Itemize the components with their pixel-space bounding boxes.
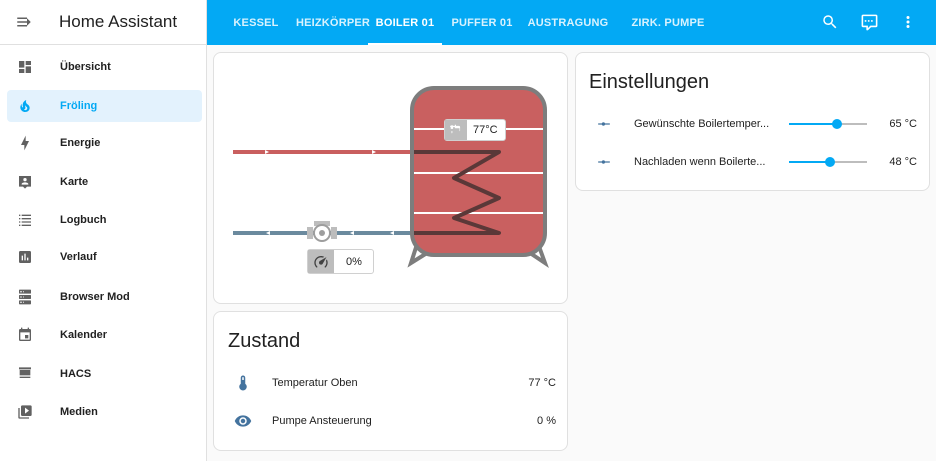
tab-boiler-01[interactable]: BOILER 01	[368, 0, 442, 45]
tab-label: ZIRK. PUMPE	[631, 16, 705, 29]
pump-icon	[307, 221, 337, 242]
list-icon	[19, 214, 31, 226]
calendar-icon	[19, 327, 31, 341]
sidebar-item-label: Verlauf	[60, 251, 97, 263]
menu-toggle-button[interactable]	[0, 0, 48, 45]
search-button[interactable]	[819, 11, 841, 33]
assist-button[interactable]	[858, 11, 880, 33]
boiler-tank	[410, 86, 547, 257]
boiler-temp-badge[interactable]: 77°C	[444, 119, 506, 141]
sidebar-item-label: Logbuch	[60, 214, 107, 226]
tab-zirk-pumpe[interactable]: ZIRK. PUMPE	[620, 0, 716, 45]
play-box-icon	[18, 405, 32, 419]
chart-box-icon	[19, 251, 31, 263]
tab-austragung[interactable]: AUSTRAGUNG	[524, 0, 612, 45]
sidebar-item-label: Kalender	[60, 329, 108, 341]
fire-icon	[20, 100, 30, 112]
hacs-icon	[19, 367, 31, 378]
entity-row-gewuenschte-boilertemperatur: Gewünschte Boilertemper... 65 °C	[576, 114, 931, 134]
card-title: Zustand	[228, 330, 301, 352]
slider-icon	[598, 122, 610, 126]
sidebar-item-logbuch[interactable]: Logbuch	[7, 204, 202, 236]
sidebar-item-label: Medien	[60, 406, 98, 418]
tab-label: HEIZKÖRPER	[295, 16, 371, 29]
boiler-diagram	[233, 86, 549, 269]
nachladen-slider[interactable]	[789, 155, 867, 169]
tab-puffer-01[interactable]: PUFFER 01	[446, 0, 518, 45]
sidebar-item-label: Fröling	[60, 100, 98, 112]
eye-icon	[234, 415, 252, 427]
sidebar-item-karte[interactable]: Karte	[7, 166, 202, 198]
entity-row-temperatur-oben[interactable]: Temperatur Oben 77 °C	[214, 373, 569, 393]
entity-row-nachladen: Nachladen wenn Boilerte... 48 °C	[576, 152, 931, 172]
entity-name: Nachladen wenn Boilerte...	[634, 156, 766, 168]
slider-knob[interactable]	[831, 119, 842, 129]
pump-value: 0%	[346, 255, 362, 268]
sidebar-item-label: Übersicht	[60, 61, 111, 73]
comment-processing-icon	[861, 14, 877, 30]
zustand-card: Zustand Temperatur Oben 77 °C Pumpe Anst…	[213, 311, 568, 451]
thermometer-icon	[239, 375, 247, 391]
menu-open-icon	[17, 17, 31, 27]
slider-icon	[598, 160, 610, 164]
sidebar-item-browser-mod[interactable]: Browser Mod	[7, 281, 202, 313]
dashboard-icon	[19, 61, 31, 73]
sidebar: Home Assistant Übersicht Fröling Energie…	[0, 0, 207, 461]
sidebar-item-froeling[interactable]: Fröling	[7, 90, 202, 122]
sidebar-item-label: Karte	[60, 176, 89, 188]
entity-name: Pumpe Ansteuerung	[272, 415, 372, 427]
sidebar-item-verlauf[interactable]: Verlauf	[7, 241, 202, 273]
top-app-bar: KESSEL HEIZKÖRPER BOILER 01 PUFFER 01 AU…	[207, 0, 936, 45]
boilertemp-slider[interactable]	[789, 117, 867, 131]
entity-row-pumpe-ansteuerung[interactable]: Pumpe Ansteuerung 0 %	[214, 411, 569, 431]
map-account-icon	[19, 176, 31, 189]
entity-state: 65 °C	[889, 118, 917, 130]
tab-label: KESSEL	[233, 16, 279, 29]
sidebar-item-label: HACS	[60, 368, 92, 380]
pump-value-badge[interactable]: 0%	[307, 249, 374, 274]
gauge-icon	[308, 250, 334, 273]
entity-name: Temperatur Oben	[272, 377, 358, 389]
sidebar-item-hacs[interactable]: HACS	[7, 358, 202, 390]
tab-label: BOILER 01	[375, 16, 435, 29]
sidebar-item-kalender[interactable]: Kalender	[7, 319, 202, 351]
lightning-icon	[21, 135, 29, 151]
server-icon	[19, 289, 31, 305]
dots-vertical-icon	[906, 16, 910, 28]
entity-name: Gewünschte Boilertemper...	[634, 118, 770, 130]
entity-state: 77 °C	[528, 377, 556, 389]
sidebar-item-uebersicht[interactable]: Übersicht	[7, 51, 202, 83]
tap-icon	[445, 120, 467, 140]
slider-fill	[789, 161, 831, 163]
sidebar-header: Home Assistant	[0, 0, 206, 45]
sidebar-item-label: Browser Mod	[60, 291, 130, 303]
sidebar-item-energie[interactable]: Energie	[7, 127, 202, 159]
more-menu-button[interactable]	[897, 11, 919, 33]
slider-fill	[789, 123, 837, 125]
tab-label: AUSTRAGUNG	[527, 16, 609, 29]
app-title: Home Assistant	[59, 12, 178, 31]
entity-state: 48 °C	[889, 156, 917, 168]
tab-label: PUFFER 01	[451, 16, 513, 29]
sidebar-item-medien[interactable]: Medien	[7, 396, 202, 428]
card-title: Einstellungen	[589, 71, 710, 93]
boiler-temp-value: 77°C	[473, 124, 498, 136]
entity-state: 0 %	[537, 415, 556, 427]
boiler-diagram-card: 77°C 0%	[213, 52, 568, 304]
sidebar-item-label: Energie	[60, 137, 101, 149]
search-icon	[823, 15, 837, 29]
slider-knob[interactable]	[825, 157, 836, 167]
tab-kessel[interactable]: KESSEL	[219, 0, 293, 45]
einstellungen-card: Einstellungen Gewünschte Boilertemper...…	[575, 52, 930, 191]
